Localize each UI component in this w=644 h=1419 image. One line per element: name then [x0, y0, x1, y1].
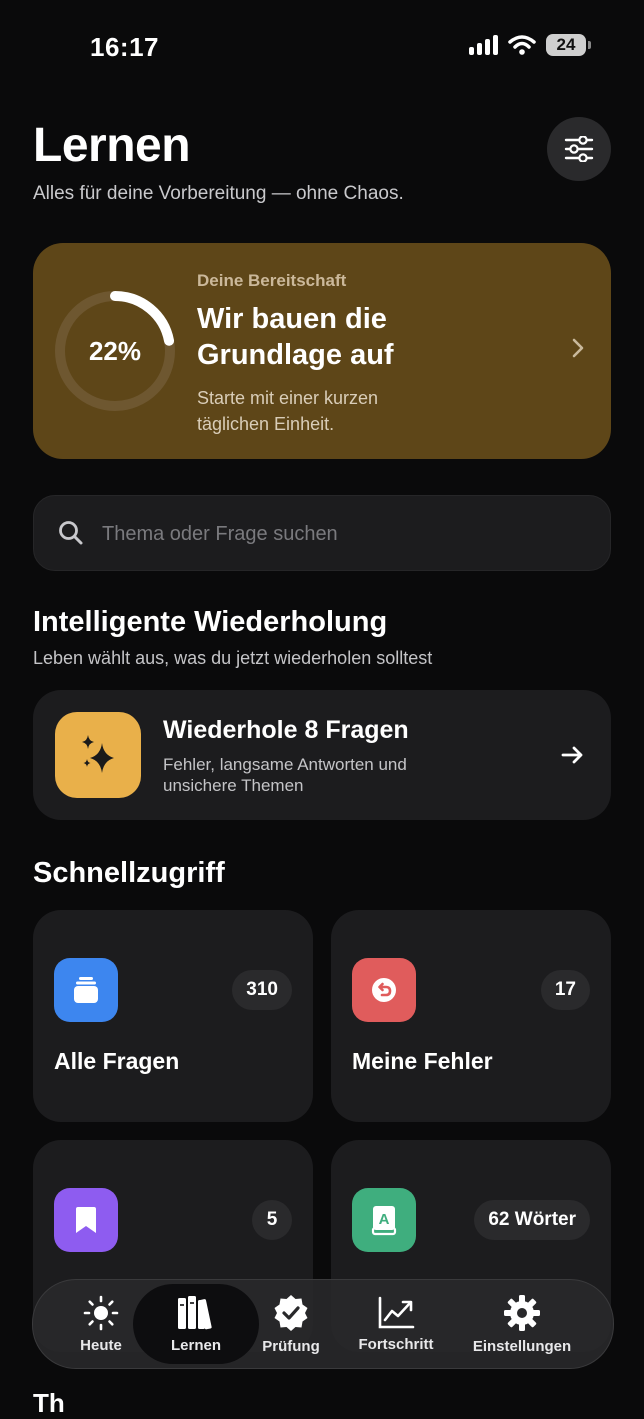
wifi-icon: [508, 35, 536, 55]
readiness-card[interactable]: 22% Deine Bereitschaft Wir bauen die Gru…: [33, 243, 611, 459]
my-mistakes-label: Meine Fehler: [352, 1048, 493, 1074]
cellular-signal-icon: [469, 35, 498, 55]
smart-review-card[interactable]: Wiederhole 8 Fragen Fehler, langsame Ant…: [33, 690, 611, 820]
next-section-title: Th: [33, 1388, 65, 1418]
tab-einstellungen-label: Einstellungen: [472, 1337, 572, 1355]
bookmark-icon: [54, 1188, 118, 1252]
chevron-right-icon: [572, 338, 584, 358]
svg-text:A: A: [379, 1211, 390, 1228]
status-time: 16:17: [90, 32, 159, 62]
tile-my-mistakes[interactable]: 17 Meine Fehler: [331, 910, 611, 1122]
undo-icon: [352, 958, 416, 1022]
books-icon: [178, 1295, 212, 1329]
readiness-description: Starte mit einer kurzen täglichen Einhei…: [197, 388, 379, 434]
smart-review-title: Intelligente Wiederholung: [33, 606, 388, 638]
tile-all-questions[interactable]: 310 Alle Fragen: [33, 910, 313, 1122]
tab-einstellungen[interactable]: Einstellungen: [469, 1280, 575, 1368]
sparkles-icon: [55, 712, 141, 798]
sliders-icon: [564, 136, 594, 162]
verified-badge-icon: [274, 1294, 308, 1331]
status-icons: 24: [469, 34, 591, 56]
quick-access-title: Schnellzugriff: [33, 857, 225, 889]
tab-fortschritt[interactable]: Fortschritt: [348, 1280, 444, 1368]
tab-fortschritt-label: Fortschritt: [358, 1335, 434, 1353]
tab-lernen-label: Lernen: [170, 1336, 221, 1354]
readiness-progress-ring: 22%: [53, 289, 177, 413]
readiness-percent: 22%: [88, 335, 142, 366]
search-input[interactable]: [100, 496, 584, 572]
stack-icon: [54, 958, 118, 1022]
all-questions-label: Alle Fragen: [54, 1048, 180, 1074]
smart-review-subtitle: Leben wählt aus, was du jetzt wiederhole…: [33, 648, 433, 668]
page-subtitle: Alles für deine Vorbereitung — ohne Chao…: [33, 183, 404, 204]
dictionary-icon: A: [352, 1188, 416, 1252]
readiness-title: Wir bauen die Grundlage auf: [197, 303, 394, 371]
tab-heute[interactable]: Heute: [63, 1280, 139, 1368]
tab-heute-label: Heute: [80, 1336, 122, 1354]
gear-icon: [504, 1294, 540, 1331]
arrow-right-icon: [561, 746, 583, 764]
all-questions-count: 310: [232, 970, 292, 1010]
tab-lernen[interactable]: Lernen: [133, 1284, 259, 1364]
page-title: Lernen: [33, 119, 191, 172]
smart-review-card-description: Fehler, langsame Antworten und unsichere…: [163, 755, 407, 795]
tab-bar: Heute Lernen Prüfung Fortschritt Einstel…: [32, 1279, 614, 1369]
search-icon: [59, 521, 83, 545]
filter-settings-button[interactable]: [547, 117, 611, 181]
tab-pruefung-label: Prüfung: [262, 1337, 320, 1355]
bookmarks-count: 5: [252, 1200, 292, 1240]
battery-indicator: 24: [546, 34, 591, 56]
sun-icon: [83, 1295, 119, 1330]
smart-review-card-title: Wiederhole 8 Fragen: [163, 716, 409, 744]
tab-pruefung[interactable]: Prüfung: [255, 1280, 327, 1368]
vocabulary-count: 62 Wörter: [474, 1200, 590, 1240]
readiness-kicker: Deine Bereitschaft: [197, 271, 347, 290]
search-bar[interactable]: [33, 495, 611, 572]
chart-up-icon: [378, 1296, 415, 1328]
my-mistakes-count: 17: [540, 970, 590, 1010]
